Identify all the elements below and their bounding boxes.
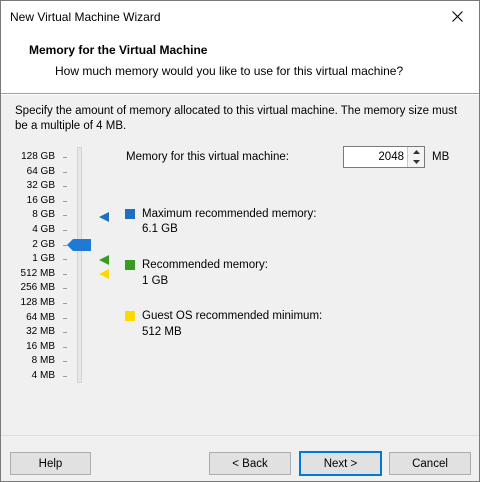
scale-tick <box>63 157 67 158</box>
back-button[interactable]: < Back <box>209 452 291 475</box>
memory-spin-buttons <box>407 147 424 167</box>
scale-tick <box>63 259 67 261</box>
help-button[interactable]: Help <box>10 452 91 475</box>
scale-label: 1 GB <box>32 253 55 265</box>
memory-scale: 128 GB 64 GB 32 GB 16 GB 8 GB 4 GB 2 GB … <box>1 151 61 391</box>
scale-label: 2 GB <box>32 238 55 250</box>
scale-label: 128 MB <box>20 297 55 308</box>
scale-tick <box>63 273 67 275</box>
title-bar: New Virtual Machine Wizard <box>1 1 479 31</box>
guest-os-minimum-marker-icon <box>99 269 109 279</box>
wizard-window: New Virtual Machine Wizard Memory for th… <box>0 0 480 482</box>
scale-tick <box>63 171 67 173</box>
scale-label: 512 MB <box>20 267 55 279</box>
memory-label: Memory for this virtual machine: <box>126 151 289 163</box>
header-panel: Memory for the Virtual Machine How much … <box>1 31 479 94</box>
spin-down-button[interactable] <box>408 157 424 167</box>
memory-spinbox <box>343 146 425 168</box>
scale-tick <box>63 346 67 348</box>
memory-unit: MB <box>432 151 450 163</box>
max-recommended-swatch <box>125 209 135 219</box>
scale-label: 16 GB <box>26 194 55 206</box>
chevron-up-icon <box>412 150 420 154</box>
footer-divider <box>1 435 479 436</box>
max-recommended-marker-icon <box>99 212 109 222</box>
header-divider <box>1 94 479 95</box>
scale-label: 256 MB <box>20 282 55 294</box>
scale-label: 128 GB <box>21 151 55 162</box>
memory-slider-thumb[interactable] <box>67 238 91 252</box>
scale-tick <box>63 200 67 202</box>
memory-slider-track[interactable] <box>77 147 82 383</box>
chevron-down-icon <box>412 160 420 164</box>
scale-label: 16 MB <box>26 340 55 352</box>
scale-label: 64 GB <box>26 165 55 177</box>
description-text: Specify the amount of memory allocated t… <box>15 105 458 132</box>
scale-tick <box>63 215 67 217</box>
scale-label: 64 MB <box>26 311 55 323</box>
scale-label: 32 MB <box>26 326 55 338</box>
max-recommended-value: 6.1 GB <box>142 223 178 235</box>
guest-os-minimum-label: Guest OS recommended minimum: <box>142 310 323 322</box>
page-subtitle: How much memory would you like to use fo… <box>55 64 404 78</box>
guest-os-minimum-value: 512 MB <box>142 326 182 338</box>
scale-label: 32 GB <box>26 180 55 192</box>
recommended-marker-icon <box>99 255 109 265</box>
guest-os-minimum-swatch <box>125 311 135 321</box>
memory-input[interactable] <box>344 147 408 167</box>
scale-label: 4 GB <box>32 224 55 235</box>
scale-tick <box>63 288 67 290</box>
recommended-label: Recommended memory: <box>142 259 268 271</box>
scale-tick <box>63 230 67 231</box>
scale-label: 8 MB <box>31 355 55 367</box>
scale-tick <box>63 303 67 304</box>
scale-tick <box>63 186 67 188</box>
scale-tick <box>63 361 67 363</box>
close-icon <box>451 10 463 22</box>
scale-tick <box>63 332 67 334</box>
max-recommended-label: Maximum recommended memory: <box>142 208 317 220</box>
scale-tick <box>63 376 67 377</box>
next-button[interactable]: Next > <box>299 451 382 476</box>
scale-label: 4 MB <box>31 370 55 381</box>
recommended-value: 1 GB <box>142 275 169 287</box>
scale-label: 8 GB <box>32 209 55 221</box>
page-title: Memory for the Virtual Machine <box>29 43 208 57</box>
cancel-button[interactable]: Cancel <box>389 452 471 475</box>
close-button[interactable] <box>435 1 479 31</box>
scale-tick <box>63 317 67 319</box>
recommended-swatch <box>125 260 135 270</box>
window-title: New Virtual Machine Wizard <box>10 10 161 24</box>
